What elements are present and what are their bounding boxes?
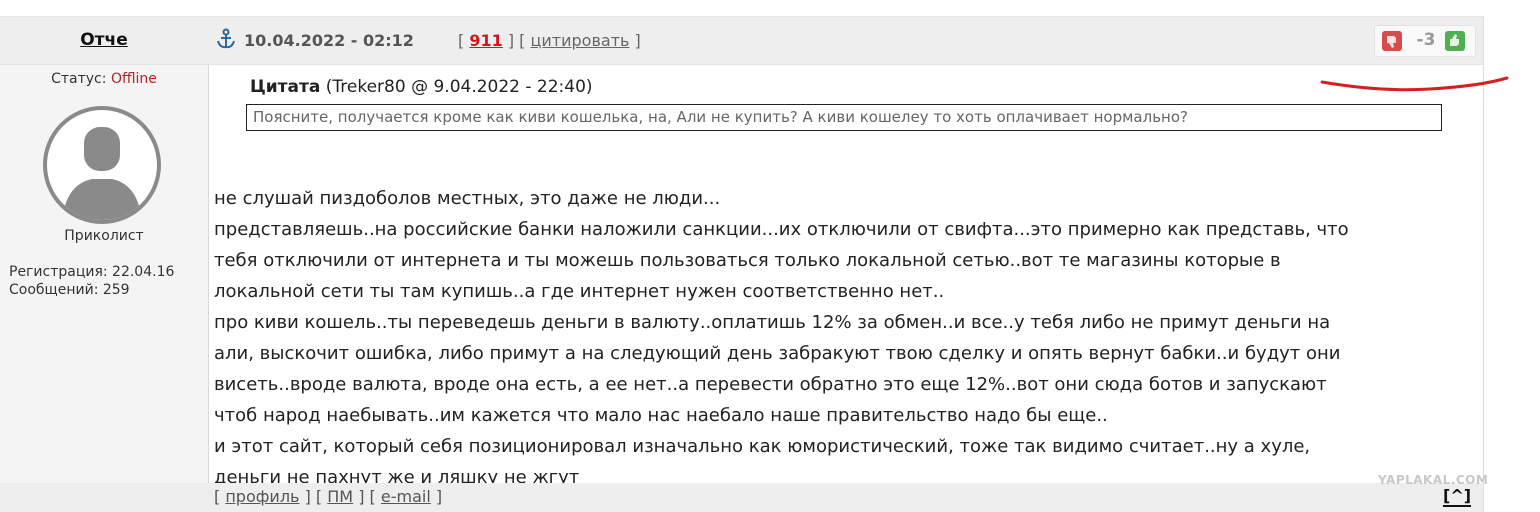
quote-link[interactable]: цитировать	[531, 31, 630, 50]
footer-links: [ профиль ] [ ПМ ] [ e-mail ]	[214, 487, 442, 506]
rating-score: -3	[1416, 30, 1436, 50]
bracket: ] [	[304, 487, 323, 506]
bracket: ] [	[358, 487, 376, 506]
scroll-top-link[interactable]: [^]	[1443, 487, 1472, 507]
author-name-link[interactable]: Отче	[0, 30, 208, 50]
bracket: [	[214, 487, 221, 506]
quote-header: Цитата (Treker80 @ 9.04.2022 - 22:40)	[250, 77, 593, 97]
bracket: ]	[435, 487, 443, 506]
post-links: [ 911 ] [ цитировать ]	[458, 31, 641, 50]
red-annotation-stroke	[1320, 76, 1509, 92]
thumb-up-icon[interactable]	[1445, 31, 1465, 51]
rating-widget: -3	[1374, 25, 1476, 57]
profile-link[interactable]: профиль	[225, 487, 299, 506]
body-line: локальной сети ты там купишь..а где инте…	[214, 281, 945, 302]
status-value: Offline	[110, 71, 157, 87]
quote-title: Цитата	[250, 77, 321, 97]
registration-date: Регистрация: 22.04.16	[9, 264, 175, 280]
user-meta: Регистрация: 22.04.16 Сообщений: 259	[9, 263, 174, 299]
user-title: Приколист	[64, 228, 144, 244]
post-footer: [ профиль ] [ ПМ ] [ e-mail ] [^]	[0, 483, 1483, 512]
post-number-link[interactable]: 911	[469, 31, 502, 50]
body-line: про киви кошель..ты переведешь деньги в …	[214, 312, 1331, 333]
bracket: [	[458, 31, 465, 50]
avatar[interactable]	[42, 105, 162, 225]
quote-source: (Treker80 @ 9.04.2022 - 22:40)	[325, 77, 593, 97]
status-label: Статус:	[51, 71, 107, 87]
body-line: тебя отключили от интернета и ты можешь …	[214, 250, 1281, 271]
post-body: не слушай пиздоболов местных, это даже н…	[214, 183, 1464, 493]
bracket: ] [	[507, 31, 526, 50]
bracket: ]	[634, 31, 641, 50]
quote-box: Поясните, получается кроме как киви коше…	[246, 104, 1442, 131]
post-count: Сообщений: 259	[9, 282, 130, 298]
body-line: висеть..вроде валюта, вроде она есть, а …	[214, 374, 1327, 395]
body-line: и этот сайт, который себя позиционировал…	[214, 436, 1311, 457]
forum-post: Отче 10.04.2022 - 02:12 [ 911 ] [ цитиро…	[0, 16, 1484, 512]
body-line: чтоб народ наебывать..им кажется что мал…	[214, 405, 1108, 426]
watermark: YAPLAKAL.COM	[1378, 473, 1489, 487]
body-line: представляешь..на российские банки налож…	[214, 219, 1349, 240]
email-link[interactable]: e-mail	[381, 487, 431, 506]
post-header: Отче 10.04.2022 - 02:12 [ 911 ] [ цитиро…	[0, 17, 1483, 65]
anchor-icon[interactable]	[216, 28, 236, 50]
body-line: али, выскочит ошибка, либо примут а на с…	[214, 343, 1341, 364]
post-date: 10.04.2022 - 02:12	[244, 31, 414, 50]
body-line: не слушай пиздоболов местных, это даже н…	[214, 188, 721, 209]
thumb-down-icon[interactable]	[1382, 31, 1402, 51]
user-status: Статус: Offline	[0, 71, 208, 87]
pm-link[interactable]: ПМ	[327, 487, 353, 506]
